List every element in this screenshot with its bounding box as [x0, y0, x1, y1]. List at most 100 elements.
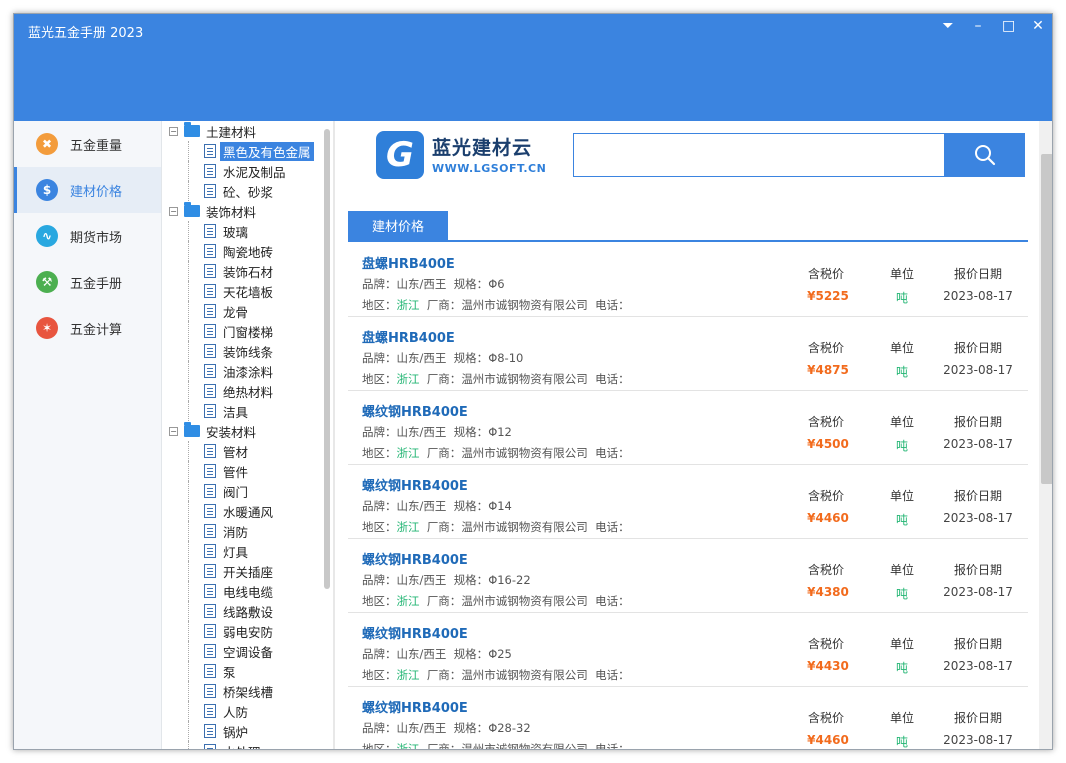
- sidebar-item-1[interactable]: $ 建材价格: [14, 167, 161, 213]
- vendor-value: 温州市诚钢物资有限公司: [461, 668, 588, 682]
- tree-item[interactable]: 黑色及有色金属: [164, 141, 332, 161]
- tree-item[interactable]: 装饰线条: [164, 341, 332, 361]
- sidebar-item-2[interactable]: ∿ 期货市场: [14, 213, 161, 259]
- tree-item[interactable]: 水暖通风: [164, 501, 332, 521]
- vendor-label: 厂商：: [426, 298, 462, 312]
- tree-item[interactable]: 龙骨: [164, 301, 332, 321]
- brand-value: 山东/西王: [396, 351, 447, 365]
- tree-item[interactable]: 人防: [164, 701, 332, 721]
- price-value: ¥5225: [807, 289, 849, 303]
- tree-guide-line: [188, 381, 189, 401]
- region-label: 地区：: [362, 668, 397, 682]
- app-title: 蓝光五金手册 2023: [28, 26, 144, 41]
- vendor-label: 厂商：: [426, 742, 462, 750]
- tree-item[interactable]: 洁具: [164, 401, 332, 421]
- maximize-icon[interactable]: □: [1002, 18, 1015, 34]
- price-header: 含税价: [807, 711, 844, 725]
- product-name[interactable]: 盘螺HRB400E: [362, 327, 455, 346]
- price-header: 含税价: [807, 637, 844, 651]
- tree-category-label: 土建材料: [206, 124, 257, 140]
- product-spec: 品牌：山东/西王 规格：Φ28-32: [362, 720, 531, 736]
- tree-scrollbar[interactable]: [324, 129, 330, 589]
- tree-item[interactable]: 管件: [164, 461, 332, 481]
- tree-item[interactable]: 空调设备: [164, 641, 332, 661]
- document-icon: [204, 744, 216, 749]
- menu-dropdown-icon[interactable]: ⏷: [942, 18, 954, 34]
- list-item[interactable]: 盘螺HRB400E 品牌：山东/西王 规格：Φ8-10 地区：浙江 厂商：温州市诚钢…: [348, 317, 1028, 391]
- tree-item[interactable]: 锅炉: [164, 721, 332, 741]
- calculator-icon: ✶: [36, 317, 58, 339]
- sidebar-item-4[interactable]: ✶ 五金计算: [14, 305, 161, 351]
- search-button[interactable]: [944, 133, 1025, 177]
- tree-guide-line: [188, 481, 189, 501]
- tree-item[interactable]: 泵: [164, 661, 332, 681]
- tree-item[interactable]: 管材: [164, 441, 332, 461]
- product-name[interactable]: 螺纹钢HRB400E: [362, 697, 468, 716]
- brand-value: 山东/西王: [396, 573, 447, 587]
- search-input[interactable]: [573, 133, 945, 177]
- tree-item-label: 水暖通风: [223, 504, 274, 520]
- unit-value: 吨: [895, 439, 908, 453]
- sidebar-item-3[interactable]: ⚒ 五金手册: [14, 259, 161, 305]
- tree-item[interactable]: 油漆涂料: [164, 361, 332, 381]
- tree-item[interactable]: 弱电安防: [164, 621, 332, 641]
- tree-item[interactable]: 线路敷设: [164, 601, 332, 621]
- tree-item[interactable]: 门窗楼梯: [164, 321, 332, 341]
- tree-item[interactable]: 消防: [164, 521, 332, 541]
- tree-item[interactable]: 水泥及制品: [164, 161, 332, 181]
- product-name[interactable]: 盘螺HRB400E: [362, 253, 455, 272]
- collapse-icon[interactable]: −: [169, 426, 178, 436]
- price-value: ¥4500: [807, 437, 849, 451]
- list-item[interactable]: 螺纹钢HRB400E 品牌：山东/西王 规格：Φ16-22 地区：浙江 厂商：温州市…: [348, 539, 1028, 613]
- tree-item[interactable]: 砼、砂浆: [164, 181, 332, 201]
- tree-item[interactable]: 天花墙板: [164, 281, 332, 301]
- tree-item[interactable]: 玻璃: [164, 221, 332, 241]
- tree-guide-line: [188, 221, 189, 241]
- tree-item[interactable]: 陶瓷地砖: [164, 241, 332, 261]
- tree-item[interactable]: 装饰石材: [164, 261, 332, 281]
- minimize-icon[interactable]: –: [972, 18, 984, 34]
- tree-item[interactable]: 阀门: [164, 481, 332, 501]
- phone-label: 电话：: [595, 520, 630, 534]
- list-item[interactable]: 螺纹钢HRB400E 品牌：山东/西王 规格：Φ25 地区：浙江 厂商：温州市诚钢物…: [348, 613, 1028, 687]
- region-label: 地区：: [362, 446, 397, 460]
- tree-guide-line: [188, 641, 189, 661]
- collapse-icon[interactable]: −: [169, 126, 178, 136]
- document-icon: [204, 384, 216, 398]
- collapse-icon[interactable]: −: [169, 206, 178, 216]
- close-icon[interactable]: ✕: [1032, 18, 1044, 34]
- list-item[interactable]: 螺纹钢HRB400E 品牌：山东/西王 规格：Φ12 地区：浙江 厂商：温州市诚钢物…: [348, 391, 1028, 465]
- tree-category[interactable]: − 安装材料: [164, 421, 332, 441]
- unit-header: 单位: [889, 415, 914, 429]
- tree-category[interactable]: − 土建材料: [164, 121, 332, 141]
- tree-category-label: 装饰材料: [206, 204, 257, 220]
- tab-material-price[interactable]: 建材价格: [348, 211, 448, 240]
- vendor-value: 温州市诚钢物资有限公司: [461, 594, 588, 608]
- tree-category[interactable]: − 装饰材料: [164, 201, 332, 221]
- spec-value: Φ8-10: [488, 351, 524, 365]
- product-name[interactable]: 螺纹钢HRB400E: [362, 623, 468, 642]
- document-icon: [204, 544, 216, 558]
- tree-item[interactable]: 水处理: [164, 741, 332, 749]
- search-icon: [974, 145, 995, 166]
- product-name[interactable]: 螺纹钢HRB400E: [362, 401, 468, 420]
- spec-value: Φ12: [488, 425, 512, 439]
- unit-header: 单位: [889, 489, 914, 503]
- tree-item[interactable]: 灯具: [164, 541, 332, 561]
- main-panel: G 蓝光建材云 WWW.LGSOFT.CN 建材价格 盘螺HRB400E 品牌：山…: [336, 121, 1038, 750]
- spec-value: Φ16-22: [488, 573, 531, 587]
- product-name[interactable]: 螺纹钢HRB400E: [362, 549, 468, 568]
- tree-item[interactable]: 开关插座: [164, 561, 332, 581]
- tree-item[interactable]: 桥架线槽: [164, 681, 332, 701]
- main-scrollbar-thumb[interactable]: [1041, 154, 1052, 484]
- tree-item-label: 玻璃: [223, 224, 249, 240]
- product-name[interactable]: 螺纹钢HRB400E: [362, 475, 468, 494]
- tree-item[interactable]: 绝热材料: [164, 381, 332, 401]
- list-item[interactable]: 螺纹钢HRB400E 品牌：山东/西王 规格：Φ14 地区：浙江 厂商：温州市诚钢物…: [348, 465, 1028, 539]
- list-item[interactable]: 盘螺HRB400E 品牌：山东/西王 规格：Φ6 地区：浙江 厂商：温州市诚钢物资有…: [348, 243, 1028, 317]
- document-icon: [204, 624, 216, 638]
- sidebar-item-0[interactable]: ✖ 五金重量: [14, 121, 161, 167]
- tree-item[interactable]: 电线电缆: [164, 581, 332, 601]
- panel-splitter[interactable]: [333, 121, 335, 749]
- list-item[interactable]: 螺纹钢HRB400E 品牌：山东/西王 规格：Φ28-32 地区：浙江 厂商：温州市…: [348, 687, 1028, 750]
